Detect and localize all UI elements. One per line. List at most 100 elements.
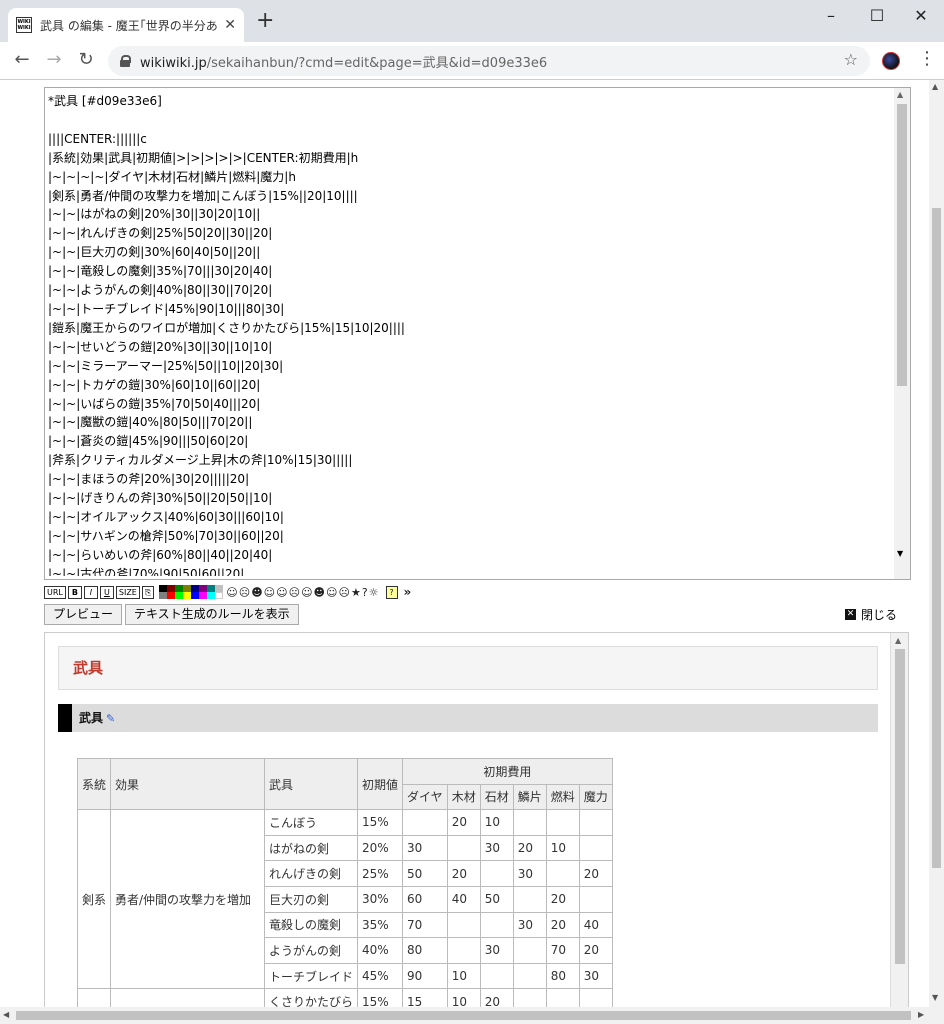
emoji-icon[interactable]: ☻ bbox=[314, 586, 325, 599]
header-cost-column: 木材 bbox=[446, 783, 481, 811]
initial-value-cell: 40% bbox=[357, 937, 404, 964]
show-rules-button[interactable]: テキスト生成のルールを表示 bbox=[125, 604, 299, 625]
new-tab-button[interactable]: + bbox=[256, 10, 274, 32]
attach-icon[interactable]: ⎘ bbox=[141, 585, 155, 599]
preview-scrollbar[interactable]: ▲ bbox=[890, 633, 908, 1007]
emoji-icon[interactable]: ☹ bbox=[289, 586, 300, 599]
wiki-source-textarea[interactable]: *武具 [#d09e33e6] ||||CENTER:||||||c |系統|効… bbox=[44, 87, 911, 580]
emoji-icon[interactable]: ☻ bbox=[251, 586, 262, 599]
emoji-icon[interactable]: ☹ bbox=[338, 586, 349, 599]
cost-cell bbox=[446, 834, 481, 862]
emoji-icon[interactable]: ★ bbox=[351, 586, 361, 599]
page-viewport: *武具 [#d09e33e6] ||||CENTER:||||||c |系統|効… bbox=[0, 80, 929, 1007]
preview-scroll-thumb[interactable] bbox=[895, 649, 905, 964]
reload-icon[interactable]: ↻ bbox=[74, 49, 98, 70]
header-lineage: 系統 bbox=[76, 757, 112, 811]
table-row: 剣系 勇者/仲間の攻撃力を増加 こんぼう 15% 20 10 bbox=[76, 809, 613, 990]
more-icon[interactable]: » bbox=[404, 585, 412, 599]
page-hscroll-thumb[interactable] bbox=[16, 1011, 911, 1020]
cost-cell: 50 bbox=[479, 885, 514, 913]
emoji-icon[interactable]: ☹ bbox=[239, 586, 250, 599]
cost-cell: 10 bbox=[446, 988, 481, 1007]
cost-cell: 20 bbox=[545, 911, 580, 939]
gear-cell: れんげきの剣 bbox=[264, 860, 359, 887]
cost-cell: 30 bbox=[479, 937, 514, 964]
profile-avatar[interactable] bbox=[882, 52, 900, 70]
underline-button[interactable]: U bbox=[99, 585, 114, 599]
scroll-down-icon[interactable]: ▼ bbox=[897, 549, 903, 558]
cost-cell: 80 bbox=[545, 962, 580, 990]
scroll-left-icon[interactable]: ◀ bbox=[3, 1010, 9, 1019]
bold-button[interactable]: B bbox=[67, 585, 82, 599]
url-button[interactable]: URL bbox=[44, 585, 66, 599]
scroll-up-icon[interactable]: ▲ bbox=[932, 82, 938, 91]
emoji-icon[interactable]: ☺ bbox=[264, 586, 275, 599]
color-palette[interactable] bbox=[159, 585, 224, 599]
scroll-right-icon[interactable]: ▶ bbox=[918, 1010, 924, 1019]
edit-pencil-icon[interactable]: ✎ bbox=[106, 712, 115, 725]
minimize-button[interactable]: – bbox=[808, 6, 854, 26]
emoji-icon[interactable]: ☼ bbox=[369, 586, 379, 599]
page-scroll-thumb[interactable] bbox=[932, 208, 941, 868]
cost-cell: 20 bbox=[446, 860, 481, 887]
tab-bar: WIKI WIKI 武具 の編集 - 魔王｢世界の半分あ ✕ + – ☐ ✕ bbox=[0, 0, 944, 42]
cost-cell: 30 bbox=[512, 860, 547, 887]
editor-scroll-thumb[interactable] bbox=[897, 104, 907, 386]
browser-menu-icon[interactable]: ⋮ bbox=[918, 48, 936, 69]
preview-button[interactable]: プレビュー bbox=[44, 604, 123, 625]
tab-close-icon[interactable]: ✕ bbox=[224, 17, 236, 33]
close-window-button[interactable]: ✕ bbox=[898, 6, 944, 26]
browser-toolbar: ← → ↻ wikiwiki.jp/sekaihanbun/?cmd=edit&… bbox=[0, 42, 944, 80]
size-button[interactable]: SIZE bbox=[115, 585, 140, 599]
gear-cell: はがねの剣 bbox=[264, 834, 359, 862]
cost-cell: 70 bbox=[545, 937, 580, 964]
scroll-down-icon[interactable]: ▼ bbox=[932, 993, 938, 1002]
forward-arrow-icon[interactable]: → bbox=[42, 49, 66, 70]
cost-cell bbox=[512, 937, 547, 964]
header-cost-column: 魔力 bbox=[578, 783, 613, 811]
cost-cell: 30 bbox=[512, 911, 547, 939]
browser-tab[interactable]: WIKI WIKI 武具 の編集 - 魔王｢世界の半分あ ✕ bbox=[8, 8, 244, 42]
editor-scrollbar[interactable]: ▲ ▼ bbox=[894, 88, 910, 579]
header-cost-column: ダイヤ bbox=[402, 783, 448, 811]
lineage-cell bbox=[76, 988, 112, 1007]
italic-button[interactable]: I bbox=[83, 585, 98, 599]
initial-value-cell: 20% bbox=[357, 834, 404, 862]
cost-cell: 60 bbox=[402, 885, 448, 913]
page-horizontal-scrollbar[interactable]: ◀ ▶ bbox=[0, 1007, 944, 1024]
editor-text[interactable]: *武具 [#d09e33e6] ||||CENTER:||||||c |系統|効… bbox=[48, 92, 893, 576]
initial-value-cell: 25% bbox=[357, 860, 404, 887]
emoji-icon[interactable]: ? bbox=[362, 586, 368, 599]
scroll-up-icon[interactable]: ▲ bbox=[895, 636, 901, 645]
page-vertical-scrollbar[interactable]: ▲ ▼ bbox=[929, 80, 944, 1007]
cost-cell: 20 bbox=[512, 834, 547, 862]
address-bar[interactable]: wikiwiki.jp/sekaihanbun/?cmd=edit&page=武… bbox=[108, 46, 870, 76]
initial-value-cell: 15% bbox=[357, 809, 404, 836]
cost-cell: 40 bbox=[446, 885, 481, 913]
cost-cell: 20 bbox=[578, 860, 613, 887]
back-arrow-icon[interactable]: ← bbox=[10, 49, 34, 70]
emoji-icon[interactable]: ☺ bbox=[326, 586, 337, 599]
emoji-icon[interactable]: ☺ bbox=[276, 586, 287, 599]
header-cost-column: 鱗片 bbox=[512, 783, 547, 811]
maximize-button[interactable]: ☐ bbox=[854, 6, 900, 26]
emoji-icon[interactable]: ☺ bbox=[226, 586, 237, 599]
effect-cell bbox=[110, 988, 266, 1007]
hint-icon[interactable]: ? bbox=[385, 585, 398, 599]
close-label: 閉じる bbox=[861, 608, 898, 622]
cost-cell: 10 bbox=[479, 809, 514, 836]
weapons-table: 系統 効果 武具 初期値 初期費用 ダイヤ 木材 石材 鱗片 燃料 魔力 剣系 勇者/仲間の… bbox=[76, 757, 613, 1007]
cost-cell bbox=[402, 809, 448, 836]
header-cost-column: 燃料 bbox=[545, 783, 580, 811]
url-path: /sekaihanbun/?cmd=edit&page=武具&id=d09e33… bbox=[206, 55, 548, 71]
cost-cell bbox=[545, 988, 580, 1007]
emoji-icon[interactable]: ☺ bbox=[301, 586, 312, 599]
cost-cell: 20 bbox=[545, 885, 580, 913]
effect-cell: 勇者/仲間の攻撃力を増加 bbox=[110, 809, 266, 990]
emoji-buttons[interactable]: ☺☹☻☺☺☹☺☻☺☹★?☼ bbox=[226, 585, 379, 599]
cost-cell: 30 bbox=[578, 962, 613, 990]
cost-cell bbox=[512, 809, 547, 836]
bookmark-star-icon[interactable]: ☆ bbox=[844, 50, 858, 69]
scroll-up-icon[interactable]: ▲ bbox=[897, 90, 903, 99]
close-preview-link[interactable]: ✕ 閉じる bbox=[845, 606, 897, 623]
